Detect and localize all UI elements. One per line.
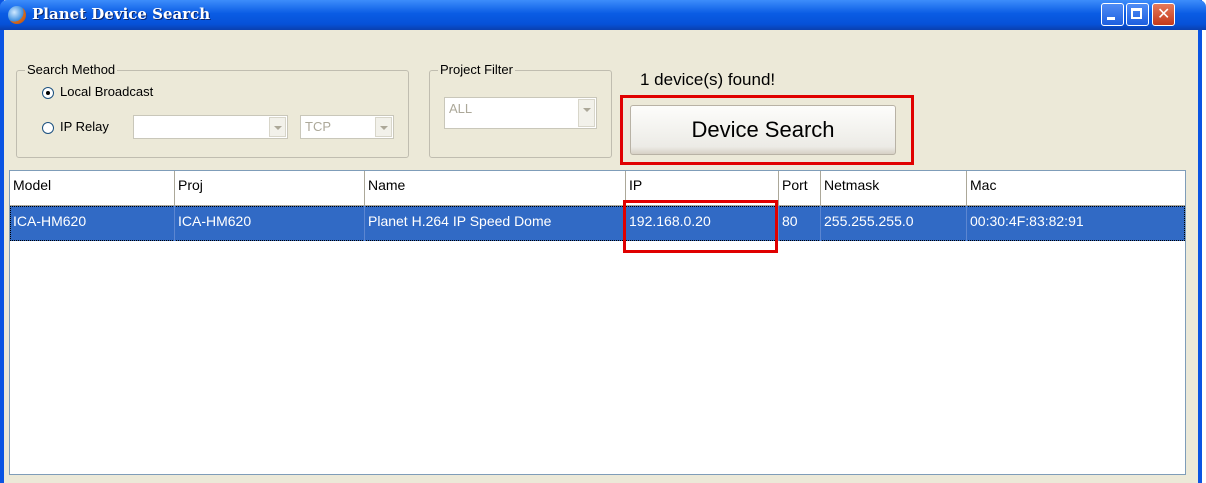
column-header[interactable]: Netmask (821, 171, 967, 206)
local-broadcast-radio[interactable] (42, 87, 54, 99)
close-button[interactable] (1152, 3, 1175, 26)
protocol-value: TCP (305, 119, 331, 134)
minimize-button[interactable] (1101, 3, 1124, 26)
window-title: Planet Device Search (32, 5, 211, 23)
table-row[interactable]: ICA-HM620 ICA-HM620 Planet H.264 IP Spee… (10, 206, 1185, 241)
cell-ip: 192.168.0.20 (626, 206, 779, 241)
protocol-select[interactable]: TCP (300, 115, 394, 139)
chevron-down-icon[interactable] (578, 99, 595, 127)
cell-model: ICA-HM620 (10, 206, 175, 241)
device-list[interactable]: Model Proj Name IP Port Netmask Mac ICA-… (9, 170, 1186, 475)
cell-proj: ICA-HM620 (175, 206, 365, 241)
ip-relay-label: IP Relay (60, 119, 109, 134)
project-filter-select[interactable]: ALL (444, 97, 597, 129)
maximize-button[interactable] (1126, 3, 1149, 26)
project-filter-label: Project Filter (438, 62, 515, 77)
cell-name: Planet H.264 IP Speed Dome (365, 206, 626, 241)
local-broadcast-label: Local Broadcast (60, 84, 154, 99)
column-header[interactable]: Mac (967, 171, 1185, 206)
project-filter-value: ALL (449, 101, 473, 116)
column-header[interactable]: IP (626, 171, 779, 206)
ip-relay-address-select[interactable] (133, 115, 288, 139)
title-bar[interactable]: Planet Device Search (0, 0, 1206, 30)
globe-icon (8, 6, 26, 24)
search-method-label: Search Method (25, 62, 118, 77)
list-header: Model Proj Name IP Port Netmask Mac (10, 171, 1185, 206)
chevron-down-icon[interactable] (269, 117, 286, 137)
status-text: 1 device(s) found! (640, 70, 776, 89)
cell-mac: 00:30:4F:83:82:91 (970, 213, 1084, 229)
column-header[interactable]: Model (10, 171, 175, 206)
device-search-button[interactable]: Device Search (630, 105, 896, 155)
column-header[interactable]: Name (365, 171, 626, 206)
chevron-down-icon[interactable] (375, 117, 392, 137)
column-header[interactable]: Proj (175, 171, 365, 206)
cell-port: 80 (779, 206, 821, 241)
cell-netmask: 255.255.255.0 (821, 206, 967, 241)
column-header[interactable]: Port (779, 171, 821, 206)
ip-relay-radio[interactable] (42, 122, 54, 134)
